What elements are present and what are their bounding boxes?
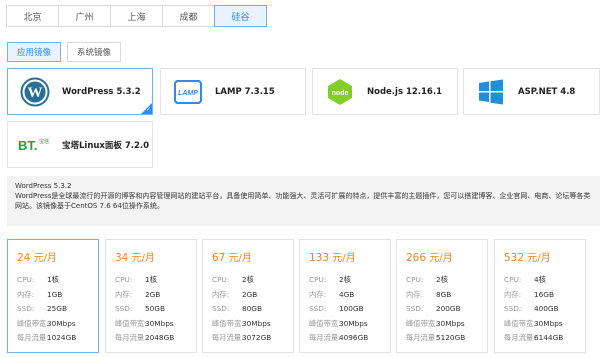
plan-traffic: 每月流量: 5120GB: [406, 333, 466, 342]
lamp-icon: LAMP: [171, 76, 205, 108]
plan-card[interactable]: 67 元/月 CPU: 2核 内存: 2GB SSD: 80GB 峰值带宽: 30Mbp…: [202, 239, 294, 353]
image-name: ASP.NET 4.8: [518, 86, 576, 97]
plan-card[interactable]: 266 元/月 CPU: 2核 内存: 8GB SSD: 200GB 峰值带宽: 30M…: [396, 239, 488, 353]
image-card-bt-panel[interactable]: BT. 宝塔 宝塔Linux面板 7.2.0: [7, 121, 153, 168]
tab-app-image[interactable]: 应用镜像: [7, 42, 62, 62]
region-tab-silicon-valley[interactable]: 硅谷: [214, 5, 267, 27]
check-icon: ✓: [145, 106, 151, 113]
plan-price: 133 元/月: [309, 252, 356, 264]
image-card-wordpress[interactable]: W WordPress 5.3.2 ✓: [7, 68, 153, 115]
plan-ssd: SSD: 50GB: [115, 304, 165, 313]
image-name: Node.js 12.16.1: [367, 86, 442, 97]
plan-bandwidth: 峰值带宽: 30Mbps: [212, 318, 271, 328]
plan-ssd: SSD: 400GB: [504, 304, 559, 313]
windows-icon: [474, 76, 508, 108]
plan-ssd: SSD: 100GB: [309, 304, 364, 313]
plan-cpu: CPU: 4核: [504, 275, 546, 284]
plan-card[interactable]: 133 元/月 CPU: 2核 内存: 4GB SSD: 100GB 峰值带宽: 30M…: [299, 239, 391, 353]
plan-bandwidth: 峰值带宽: 30Mbps: [504, 318, 563, 328]
tab-system-image[interactable]: 系统镜像: [67, 42, 122, 62]
image-card-lamp[interactable]: LAMP LAMP 7.3.15: [160, 68, 306, 115]
plan-bandwidth: 峰值带宽: 30Mbps: [17, 318, 76, 328]
svg-text:W: W: [28, 85, 43, 101]
region-tab-beijing[interactable]: 北京: [6, 5, 59, 27]
plan-memory: 内存: 2GB: [115, 289, 161, 299]
plan-memory: 内存: 1GB: [17, 289, 63, 299]
plan-card[interactable]: 24 元/月 CPU: 1核 内存: 1GB SSD: 25GB 峰值带宽: 30Mbp…: [7, 239, 99, 353]
plan-memory: 内存: 16GB: [504, 289, 554, 299]
svg-text:宝塔: 宝塔: [39, 138, 49, 145]
plan-bandwidth: 峰值带宽: 30Mbps: [406, 318, 465, 328]
plan-bandwidth: 峰值带宽: 30Mbps: [309, 318, 368, 328]
plan-memory: 内存: 2GB: [212, 289, 258, 299]
image-type-tabs: 应用镜像 系统镜像: [7, 42, 122, 62]
plan-memory: 内存: 8GB: [406, 289, 452, 299]
region-tab-shanghai[interactable]: 上海: [110, 5, 163, 27]
plan-traffic: 每月流量: 4096GB: [309, 333, 369, 342]
region-tabs: 北京 广州 上海 成都 硅谷: [6, 5, 267, 27]
plan-price: 67 元/月: [212, 252, 252, 264]
plan-traffic: 每月流量: 2048GB: [115, 333, 175, 342]
image-name: 宝塔Linux面板 7.2.0: [62, 140, 150, 151]
plan-bandwidth: 峰值带宽: 30Mbps: [115, 318, 174, 328]
nodejs-icon: node: [323, 76, 357, 108]
plan-price: 34 元/月: [115, 252, 155, 264]
region-tab-guangzhou[interactable]: 广州: [58, 5, 111, 27]
svg-text:BT.: BT.: [18, 138, 38, 153]
plan-ssd: SSD: 25GB: [17, 304, 67, 313]
wordpress-icon: W: [18, 76, 52, 108]
plan-price: 266 元/月: [406, 252, 453, 264]
image-description: WordPress 5.3.2 WordPress是全球最流行的开源的博客和内容…: [7, 176, 600, 226]
plan-cpu: CPU: 1核: [17, 275, 59, 284]
plan-memory: 内存: 4GB: [309, 289, 355, 299]
plan-card[interactable]: 34 元/月 CPU: 1核 内存: 2GB SSD: 50GB 峰值带宽: 30Mbp…: [105, 239, 197, 353]
bt-panel-icon: BT. 宝塔: [18, 129, 52, 161]
plan-cpu: CPU: 2核: [212, 275, 254, 284]
image-card-aspnet[interactable]: ASP.NET 4.8: [463, 68, 600, 115]
plan-traffic: 每月流量: 6144GB: [504, 333, 564, 342]
image-name: LAMP 7.3.15: [215, 86, 275, 97]
svg-text:node: node: [332, 90, 349, 97]
description-text: WordPress是全球最流行的开源的博客和内容管理网站的建站平台，具备使用简单…: [15, 192, 591, 210]
plan-card[interactable]: 532 元/月 CPU: 4核 内存: 16GB SSD: 400GB 峰值带宽: 30…: [494, 239, 586, 353]
description-title: WordPress 5.3.2: [15, 182, 72, 190]
region-tab-chengdu[interactable]: 成都: [162, 5, 215, 27]
plan-price: 532 元/月: [504, 252, 551, 264]
image-card-nodejs[interactable]: node Node.js 12.16.1: [312, 68, 458, 115]
plan-traffic: 每月流量: 3072GB: [212, 333, 272, 342]
plan-cpu: CPU: 1核: [115, 275, 157, 284]
plan-cpu: CPU: 2核: [309, 275, 351, 284]
plan-ssd: SSD: 200GB: [406, 304, 461, 313]
plan-price: 24 元/月: [17, 252, 57, 264]
plan-cpu: CPU: 2核: [406, 275, 448, 284]
image-name: WordPress 5.3.2: [62, 86, 141, 97]
plan-ssd: SSD: 80GB: [212, 304, 262, 313]
plan-traffic: 每月流量: 1024GB: [17, 333, 77, 342]
svg-text:LAMP: LAMP: [178, 90, 198, 97]
